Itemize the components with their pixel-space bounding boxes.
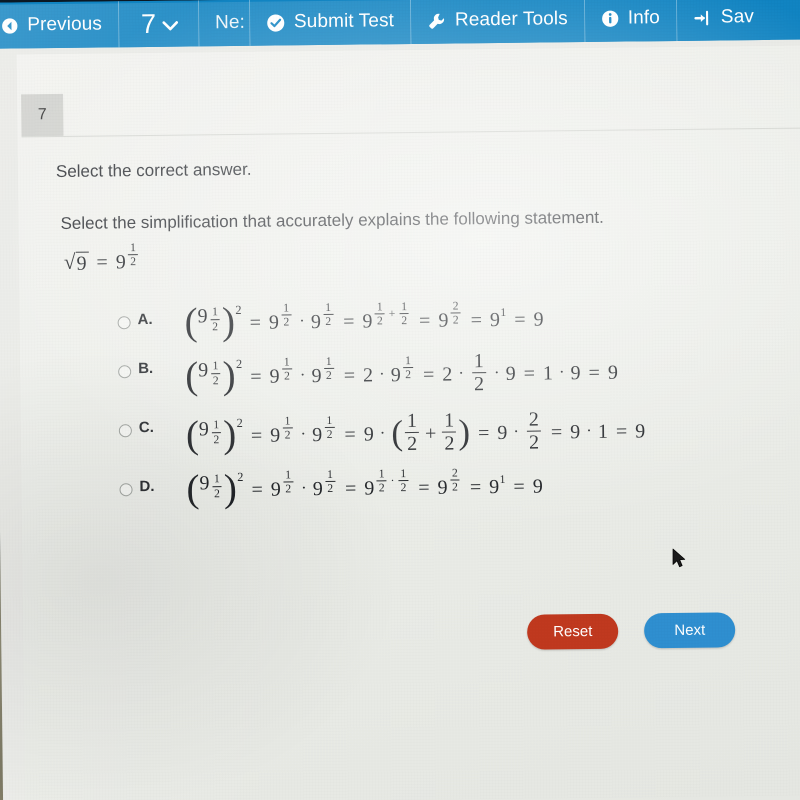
- monitor-screen: Previous 7 Ne: Submit Test Reader Tools …: [0, 0, 800, 800]
- previous-arrow-icon: [1, 17, 18, 34]
- question-header-divider: [21, 126, 800, 138]
- radical-icon: √: [63, 249, 76, 274]
- info-circle-icon: [601, 10, 619, 28]
- check-circle-icon: [266, 13, 285, 32]
- equals-sign: =: [96, 251, 108, 274]
- radio-button-b[interactable]: [118, 365, 132, 379]
- answer-option-d-math: (9 1 2) 2 = 912 · 912 = 9 1 2 · 1 2 = 922 = 91: [186, 466, 543, 511]
- wrench-icon: [427, 11, 446, 30]
- toolbar-item-info-label: Info: [627, 7, 660, 29]
- chevron-down-icon: [162, 19, 178, 34]
- answer-option-b-math: (9 1 2) 2 = 912 · 912 = 2 · 912 = 2 · 1 …: [185, 350, 619, 398]
- toolbar-item-save-and-exit[interactable]: Sav: [676, 0, 771, 41]
- toolbar-question-number-dropdown[interactable]: 7: [118, 0, 200, 48]
- toolbar-item-previous-label: Previous: [27, 13, 103, 36]
- save-exit-icon: [693, 8, 712, 27]
- question-number-badge: 7: [21, 93, 64, 137]
- answer-option-d-letter: D.: [139, 478, 155, 496]
- question-prompt: Select the correct answer.: [55, 159, 252, 182]
- toolbar-item-save-and-exit-label: Sav: [720, 6, 755, 28]
- radicand: 9: [75, 251, 89, 275]
- question-number-badge-label: 7: [37, 106, 47, 124]
- radio-button-d[interactable]: [119, 483, 133, 497]
- toolbar-question-number-label: 7: [140, 8, 157, 39]
- answer-option-a[interactable]: A. (912)2 = 912 · 912 = 912+12 =: [55, 298, 800, 344]
- toolbar-item-previous[interactable]: Previous: [0, 1, 120, 49]
- toolbar-item-reader-tools[interactable]: Reader Tools: [410, 0, 586, 44]
- toolbar-item-submit-test[interactable]: Submit Test: [249, 0, 412, 46]
- toolbar-item-next[interactable]: Ne:: [198, 0, 251, 47]
- answer-option-c-letter: C.: [138, 419, 154, 437]
- question-content-panel: 7 Select the correct answer. Select the …: [16, 44, 800, 800]
- radio-button-c[interactable]: [118, 424, 132, 438]
- question-action-buttons: Reset Next: [59, 611, 800, 655]
- answer-option-b-letter: B.: [138, 360, 154, 378]
- toolbar-item-submit-test-label: Submit Test: [293, 10, 395, 33]
- answer-option-c-math: (9 1 2) 2 = 912 · 912 = 9 · (1 2 +1 2) =…: [185, 408, 646, 457]
- screenshot-root: Previous 7 Ne: Submit Test Reader Tools …: [0, 0, 800, 800]
- reset-button[interactable]: Reset: [526, 613, 619, 650]
- toolbar-item-next-label: Ne:: [214, 11, 246, 34]
- answer-option-a-math: (9 1 2) 2 = 912 · 912 = 9 1 2 +1 2 = 922 = 91: [184, 298, 544, 344]
- radio-button-a[interactable]: [117, 316, 131, 330]
- question-statement: √ 9 = 912: [63, 240, 141, 276]
- answer-option-c[interactable]: C. (9 1 2) 2 = 912 · 912 = 9 · (1 2 + 1…: [57, 408, 800, 460]
- answer-options-list: A. (912)2 = 912 · 912 = 912+12 =: [55, 298, 800, 511]
- answer-option-a-letter: A.: [137, 311, 153, 329]
- answer-option-d[interactable]: D. (912)2 = 912 · 912 = 912·12 =: [57, 466, 800, 511]
- toolbar-item-reader-tools-label: Reader Tools: [454, 8, 568, 31]
- answer-option-b[interactable]: B. (9 1 2) 2 = 912 · 912 = 2 · 9 1 2 = 2…: [56, 351, 800, 401]
- nine-to-one-half: 912: [115, 240, 139, 274]
- question-body: Select the correct answer. Select the si…: [54, 153, 800, 526]
- radical-nine: √ 9: [63, 249, 89, 275]
- next-button[interactable]: Next: [644, 612, 736, 649]
- test-toolbar: Previous 7 Ne: Submit Test Reader Tools …: [0, 0, 800, 49]
- toolbar-item-info[interactable]: Info: [584, 0, 678, 43]
- question-instruction: Select the simplification that accuratel…: [60, 207, 604, 233]
